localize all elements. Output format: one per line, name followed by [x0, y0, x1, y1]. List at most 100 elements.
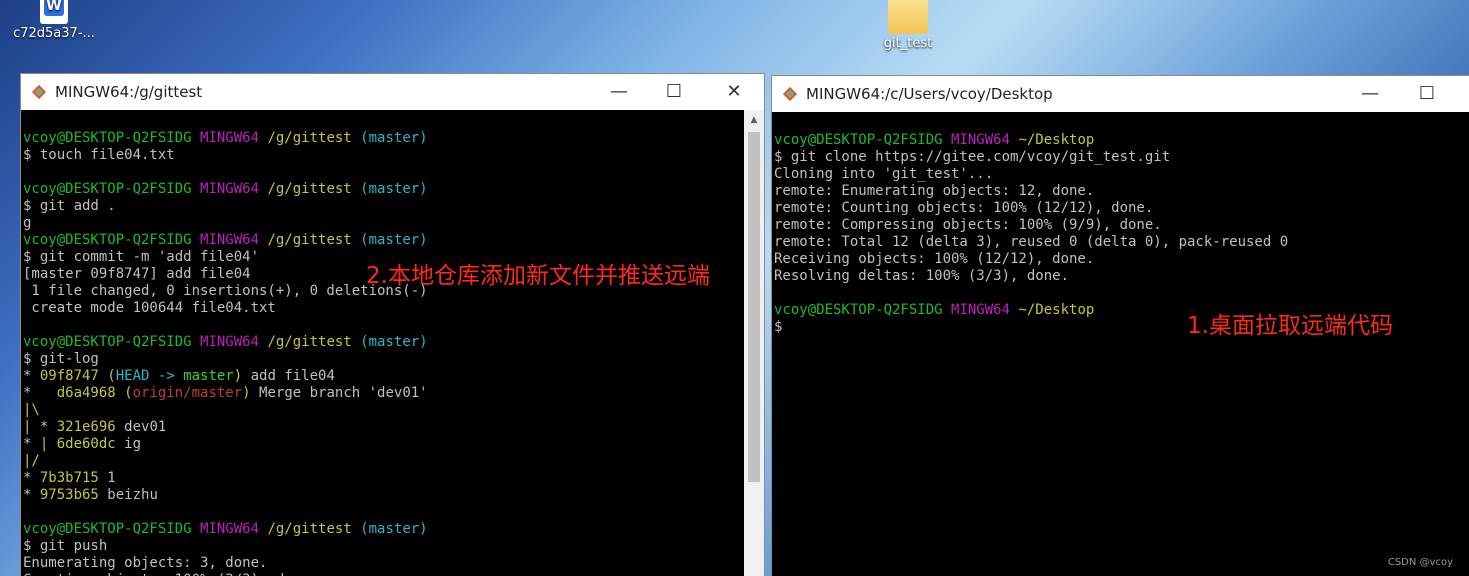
terminal-line: Resolving deltas: 100% (3/3), done.: [774, 268, 1467, 285]
terminal-text: remote: Enumerating objects: 12, done.: [774, 183, 1095, 199]
terminal-line: create mode 100644 file04.txt: [23, 300, 742, 317]
terminal-output[interactable]: vcoy@DESKTOP-Q2FSIDG MINGW64 ~/Desktop $ …: [772, 112, 1469, 576]
terminal-text: remote: Total 12 (delta 3), reused 0 (de…: [774, 234, 1289, 250]
terminal-line: vcoy@DESKTOP-Q2FSIDG MINGW64 /g/gittest …: [23, 232, 742, 249]
terminal-line: $ git clone https://gitee.com/vcoy/git_t…: [774, 149, 1467, 166]
terminal-text: MINGW64: [200, 181, 268, 197]
terminal-text: MINGW64: [951, 302, 1019, 318]
terminal-text: master: [183, 368, 234, 384]
terminal-text: remote: Counting objects: 100% (12/12), …: [774, 200, 1154, 216]
terminal-line: g: [23, 215, 742, 232]
terminal-text: ): [233, 368, 251, 384]
terminal-text: Receiving objects: 100% (12/12), done.: [774, 251, 1095, 267]
terminal-text: $ git add .: [23, 198, 116, 214]
terminal-text: 9753b65: [39, 487, 108, 503]
terminal-text: vcoy@DESKTOP-Q2FSIDG: [23, 334, 201, 350]
terminal-text: origin/master: [132, 385, 243, 401]
title-bar[interactable]: MINGW64:/c/Users/vcoy/Desktop — ☐: [772, 76, 1469, 112]
mingw-logo-icon: [782, 86, 798, 102]
terminal-text: Resolving deltas: 100% (3/3), done.: [774, 268, 1070, 284]
terminal-text: vcoy@DESKTOP-Q2FSIDG: [774, 302, 952, 318]
desktop-icon-document[interactable]: W c72d5a37-...: [8, 0, 100, 41]
terminal-text: create mode 100644 file04.txt: [23, 300, 276, 316]
terminal-text: ig: [124, 436, 142, 452]
terminal-text: MINGW64: [951, 132, 1019, 148]
terminal-line: Receiving objects: 100% (12/12), done.: [774, 251, 1467, 268]
terminal-text: vcoy@DESKTOP-Q2FSIDG: [23, 130, 201, 146]
terminal-line: remote: Enumerating objects: 12, done.: [774, 183, 1467, 200]
terminal-line: | * 321e696 dev01: [23, 419, 742, 436]
minimize-button[interactable]: —: [1347, 80, 1393, 108]
terminal-text: Cloning into 'git_test'...: [774, 166, 994, 182]
terminal-output[interactable]: vcoy@DESKTOP-Q2FSIDG MINGW64 /g/gittest …: [21, 110, 744, 576]
terminal-text: dev01: [124, 419, 167, 435]
terminal-line: $ touch file04.txt: [23, 147, 742, 164]
annotation-push-step: 2.本地仓库添加新文件并推送远端: [366, 263, 710, 289]
terminal-text: $ touch file04.txt: [23, 147, 175, 163]
terminal-text: Merge branch 'dev01': [259, 385, 428, 401]
vertical-scrollbar[interactable]: ▲: [744, 110, 764, 576]
terminal-line: remote: Compressing objects: 100% (9/9),…: [774, 217, 1467, 234]
terminal-text: 1: [107, 470, 116, 486]
terminal-text: d6a4968: [56, 385, 125, 401]
minimize-button[interactable]: —: [596, 78, 642, 106]
desktop-icon-git-test-folder[interactable]: git_test: [870, 0, 946, 51]
maximize-button[interactable]: ☐: [651, 78, 697, 106]
terminal-text: /g/gittest: [267, 232, 361, 248]
terminal-text: MINGW64: [200, 521, 268, 537]
terminal-text: (: [124, 385, 133, 401]
terminal-text: beizhu: [107, 487, 158, 503]
terminal-text: $ git clone https://gitee.com/vcoy/git_t…: [774, 149, 1171, 165]
terminal-line: |\: [23, 402, 742, 419]
terminal-line: |/: [23, 453, 742, 470]
terminal-text: *: [39, 419, 57, 435]
title-bar[interactable]: MINGW64:/g/gittest — ☐ ✕: [21, 74, 764, 110]
terminal-text: [master 09f8747] add file04: [23, 266, 251, 282]
terminal-text: |: [39, 436, 57, 452]
terminal-text: /g/gittest: [267, 521, 361, 537]
terminal-text: (: [107, 368, 116, 384]
terminal-text: Counting objects: 100% (3/3), done.: [23, 572, 318, 576]
terminal-text: vcoy@DESKTOP-Q2FSIDG: [23, 232, 201, 248]
terminal-text: vcoy@DESKTOP-Q2FSIDG: [23, 521, 201, 537]
terminal-line: * d6a4968 (origin/master) Merge branch '…: [23, 385, 742, 402]
terminal-line: vcoy@DESKTOP-Q2FSIDG MINGW64 /g/gittest …: [23, 521, 742, 538]
terminal-text: /g/gittest: [267, 334, 361, 350]
terminal-line: remote: Total 12 (delta 3), reused 0 (de…: [774, 234, 1467, 251]
terminal-line: Cloning into 'git_test'...: [774, 166, 1467, 183]
terminal-line: * 09f8747 (HEAD -> master) add file04: [23, 368, 742, 385]
terminal-text: *: [23, 470, 40, 486]
terminal-text: ~/Desktop: [1018, 302, 1095, 318]
terminal-text: |/: [23, 453, 40, 469]
desktop-icon-label: c72d5a37-...: [13, 26, 95, 41]
terminal-window-gittest[interactable]: MINGW64:/g/gittest — ☐ ✕ vcoy@DESKTOP-Q2…: [21, 74, 764, 576]
scrollbar-thumb[interactable]: [748, 132, 760, 482]
terminal-text: (master): [360, 181, 428, 197]
close-button[interactable]: ✕: [711, 78, 757, 106]
terminal-text: 7b3b715: [39, 470, 108, 486]
terminal-text: $: [774, 319, 783, 335]
terminal-line: * 9753b65 beizhu: [23, 487, 742, 504]
terminal-text: /g/gittest: [267, 130, 361, 146]
terminal-text: MINGW64: [200, 334, 268, 350]
csdn-watermark: CSDN @vcoy: [1387, 557, 1453, 568]
terminal-text: MINGW64: [200, 232, 268, 248]
terminal-text: 6de60dc: [56, 436, 125, 452]
terminal-line: Enumerating objects: 3, done.: [23, 555, 742, 572]
maximize-button[interactable]: ☐: [1404, 80, 1450, 108]
terminal-text: MINGW64: [200, 130, 268, 146]
mingw-logo-icon: [31, 84, 47, 100]
window-title: MINGW64:/c/Users/vcoy/Desktop: [806, 85, 1053, 103]
terminal-text: Enumerating objects: 3, done.: [23, 555, 268, 571]
terminal-text: /g/gittest: [267, 181, 361, 197]
terminal-text: remote: Compressing objects: 100% (9/9),…: [774, 217, 1162, 233]
folder-icon: [888, 0, 928, 34]
terminal-text: ~/Desktop: [1018, 132, 1095, 148]
scroll-up-arrow-icon[interactable]: ▲: [744, 110, 764, 130]
terminal-line: vcoy@DESKTOP-Q2FSIDG MINGW64 /g/gittest …: [23, 181, 742, 198]
